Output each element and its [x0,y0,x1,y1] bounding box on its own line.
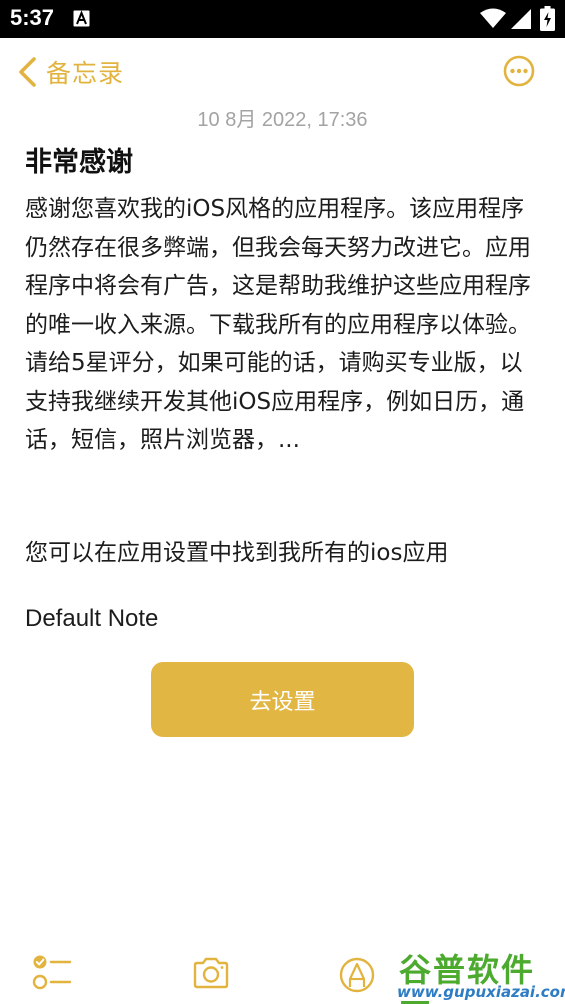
a-notification-icon [73,10,90,27]
status-time: 5:37 [10,5,55,30]
battery-icon [540,6,555,31]
signal-icon [511,9,531,29]
wifi-icon [480,8,506,28]
note-title[interactable]: 非常感谢 [25,140,133,179]
note-body[interactable]: 感谢您喜欢我的iOS风格的应用程序。该应用程序仍然存在很多弊端，但我会每天努力改… [25,190,540,460]
back-button-label: 备忘录 [46,59,125,88]
more-options-icon[interactable] [503,55,535,87]
default-note-label: Default Note [25,605,159,632]
notes-screen: 5:37 备忘录 10 8月 2022, 17:36 非常感谢 感谢您喜欢我的i [0,0,565,1004]
camera-icon[interactable] [192,956,230,990]
note-footer-text[interactable]: 您可以在应用设置中找到我所有的ios应用 [25,534,540,572]
go-to-settings-button[interactable]: 去设置 [151,662,414,737]
watermark-url: www.gupuxiazai.com [397,983,565,1001]
chevron-left-icon [19,57,36,87]
back-button[interactable]: 备忘录 [16,54,124,90]
status-bar: 5:37 [0,0,565,38]
watermark: 谷普软件园 www.gupuxiazai.com [393,943,565,1004]
checklist-icon[interactable] [32,954,72,992]
markup-pen-icon[interactable] [339,957,375,993]
note-date: 10 8月 2022, 17:36 [197,109,368,131]
